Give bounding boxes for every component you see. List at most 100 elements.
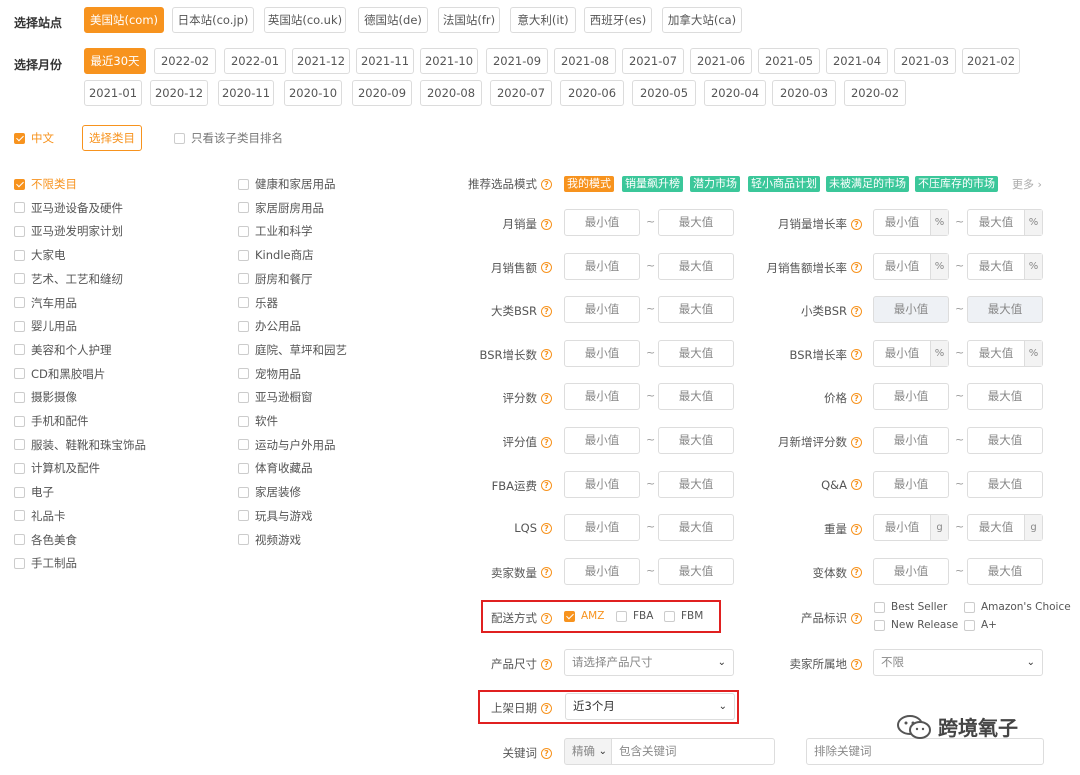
min-input[interactable]: 最小值 <box>564 339 640 367</box>
category-item[interactable]: 家居厨房用品 <box>238 200 324 216</box>
mode-tag-soaring[interactable]: 销量飙升榜 <box>622 176 683 192</box>
category-item[interactable]: 办公用品 <box>238 318 301 334</box>
category-item[interactable]: 摄影摄像 <box>14 389 77 405</box>
month-option[interactable]: 2020-04 <box>704 80 766 106</box>
min-input[interactable]: 最小值 <box>873 470 949 498</box>
category-item[interactable]: 亚马逊橱窗 <box>238 389 313 405</box>
max-input[interactable]: 最大值 <box>658 209 734 236</box>
month-option[interactable]: 最近30天 <box>84 48 146 74</box>
category-item[interactable]: 计算机及配件 <box>14 460 100 476</box>
max-input[interactable]: 最大值 <box>967 296 1043 324</box>
month-option[interactable]: 2022-02 <box>154 48 216 74</box>
category-item[interactable]: CD和黑胶唱片 <box>14 366 105 382</box>
month-option[interactable]: 2020-09 <box>352 80 412 106</box>
max-input[interactable]: 最大值 g <box>967 514 1043 542</box>
site-option-jp[interactable]: 日本站(co.jp) <box>172 7 254 33</box>
date-select[interactable]: 近3个月 ⌄ <box>565 693 735 720</box>
category-item[interactable]: 工业和科学 <box>238 223 313 239</box>
min-input[interactable]: 最小值 <box>564 514 640 542</box>
category-item[interactable]: 各色美食 <box>14 532 77 548</box>
max-input[interactable]: 最大值 <box>658 296 734 324</box>
category-item[interactable]: 玩具与游戏 <box>238 508 313 524</box>
month-option[interactable]: 2020-02 <box>844 80 906 106</box>
min-input[interactable]: 最小值 <box>873 427 949 454</box>
site-option-es[interactable]: 西班牙(es) <box>584 7 652 33</box>
category-item[interactable]: 视频游戏 <box>238 532 301 548</box>
site-option-fr[interactable]: 法国站(fr) <box>438 7 500 33</box>
category-item[interactable]: 手工制品 <box>14 555 77 571</box>
mode-tag-potential[interactable]: 潜力市场 <box>690 176 740 192</box>
category-item[interactable]: 美容和个人护理 <box>14 342 112 358</box>
min-input[interactable]: 最小值 <box>564 209 640 236</box>
size-select[interactable]: 请选择产品尺寸 ⌄ <box>564 649 734 676</box>
category-item[interactable]: 礼品卡 <box>14 508 66 524</box>
max-input[interactable]: 最大值 <box>658 514 734 542</box>
month-option[interactable]: 2021-03 <box>894 48 956 74</box>
category-item[interactable]: 家居装修 <box>238 484 301 500</box>
category-item[interactable]: 厨房和餐厅 <box>238 271 313 287</box>
category-item[interactable]: 服装、鞋靴和珠宝饰品 <box>14 437 146 453</box>
month-option[interactable]: 2021-12 <box>292 48 350 74</box>
max-input[interactable]: 最大值 <box>658 427 734 454</box>
site-option-it[interactable]: 意大利(it) <box>510 7 576 33</box>
seller-location-select[interactable]: 不限 ⌄ <box>873 649 1043 676</box>
min-input[interactable]: 最小值% <box>873 209 949 236</box>
min-input[interactable]: 最小值 <box>564 427 640 454</box>
category-item[interactable]: 手机和配件 <box>14 413 89 429</box>
tag-best-seller[interactable]: Best Seller <box>874 601 947 613</box>
month-option[interactable]: 2020-05 <box>632 80 696 106</box>
month-option[interactable]: 2021-07 <box>622 48 684 74</box>
category-item[interactable]: 婴儿用品 <box>14 318 77 334</box>
shipping-option-amz[interactable]: AMZ <box>564 610 604 622</box>
max-input[interactable]: 最大值 <box>967 383 1043 411</box>
category-item[interactable]: 不限类目 <box>14 176 77 192</box>
category-item[interactable]: Kindle商店 <box>238 247 314 263</box>
chinese-toggle[interactable]: 中文 <box>14 130 54 146</box>
max-input[interactable]: 最大值 <box>967 557 1043 585</box>
month-option[interactable]: 2021-11 <box>356 48 414 74</box>
mode-tag-unmet[interactable]: 未被满足的市场 <box>826 176 909 192</box>
max-input[interactable]: 最大值 <box>658 557 734 585</box>
category-item[interactable]: 运动与户外用品 <box>238 437 336 453</box>
category-item[interactable]: 汽车用品 <box>14 295 77 311</box>
category-item[interactable]: 乐器 <box>238 295 278 311</box>
max-input[interactable]: 最大值 <box>658 252 734 280</box>
min-input[interactable]: 最小值 <box>564 557 640 585</box>
max-input[interactable]: 最大值% <box>967 252 1043 280</box>
site-option-ca[interactable]: 加拿大站(ca) <box>662 7 742 33</box>
shipping-option-fba[interactable]: FBA <box>616 610 653 622</box>
mode-tag-mine[interactable]: 我的模式 <box>564 176 614 192</box>
mode-tag-light[interactable]: 轻小商品计划 <box>748 176 820 192</box>
tag-new-release[interactable]: New Release <box>874 619 958 631</box>
month-option[interactable]: 2021-01 <box>84 80 142 106</box>
min-input[interactable]: 最小值 <box>873 557 949 585</box>
category-item[interactable]: 亚马逊设备及硬件 <box>14 200 123 216</box>
max-input[interactable]: 最大值 <box>967 470 1043 498</box>
category-item[interactable]: 软件 <box>238 413 278 429</box>
month-option[interactable]: 2021-02 <box>962 48 1020 74</box>
max-input[interactable]: 最大值 <box>658 339 734 367</box>
keyword-include-input[interactable]: 包含关键词 <box>611 738 775 765</box>
site-option-com[interactable]: 美国站(com) <box>84 7 164 33</box>
max-input[interactable]: 最大值% <box>967 209 1043 236</box>
keyword-exclude-input[interactable]: 排除关键词 <box>806 738 1044 765</box>
category-item[interactable]: 电子 <box>14 484 54 500</box>
max-input[interactable]: 最大值 <box>967 427 1043 454</box>
month-option[interactable]: 2020-06 <box>560 80 624 106</box>
min-input[interactable]: 最小值 <box>564 470 640 498</box>
category-item[interactable]: 亚马逊发明家计划 <box>14 223 123 239</box>
month-option[interactable]: 2020-08 <box>420 80 482 106</box>
site-option-uk[interactable]: 英国站(co.uk) <box>264 7 346 33</box>
category-item[interactable]: 艺术、工艺和缝纫 <box>14 271 123 287</box>
month-option[interactable]: 2020-10 <box>284 80 342 106</box>
month-option[interactable]: 2022-01 <box>224 48 286 74</box>
keyword-match-select[interactable]: 精确 ⌄ <box>564 738 612 765</box>
shipping-option-fbm[interactable]: FBM <box>664 610 703 622</box>
mode-tag-no-stock[interactable]: 不压库存的市场 <box>915 176 998 192</box>
select-category-button[interactable]: 选择类目 <box>82 125 142 151</box>
min-input[interactable]: 最小值% <box>873 339 949 367</box>
min-input[interactable]: 最小值 <box>564 252 640 280</box>
month-option[interactable]: 2020-12 <box>150 80 208 106</box>
tag-amazons-choice[interactable]: Amazon's Choice <box>964 601 1071 613</box>
month-option[interactable]: 2021-08 <box>554 48 616 74</box>
